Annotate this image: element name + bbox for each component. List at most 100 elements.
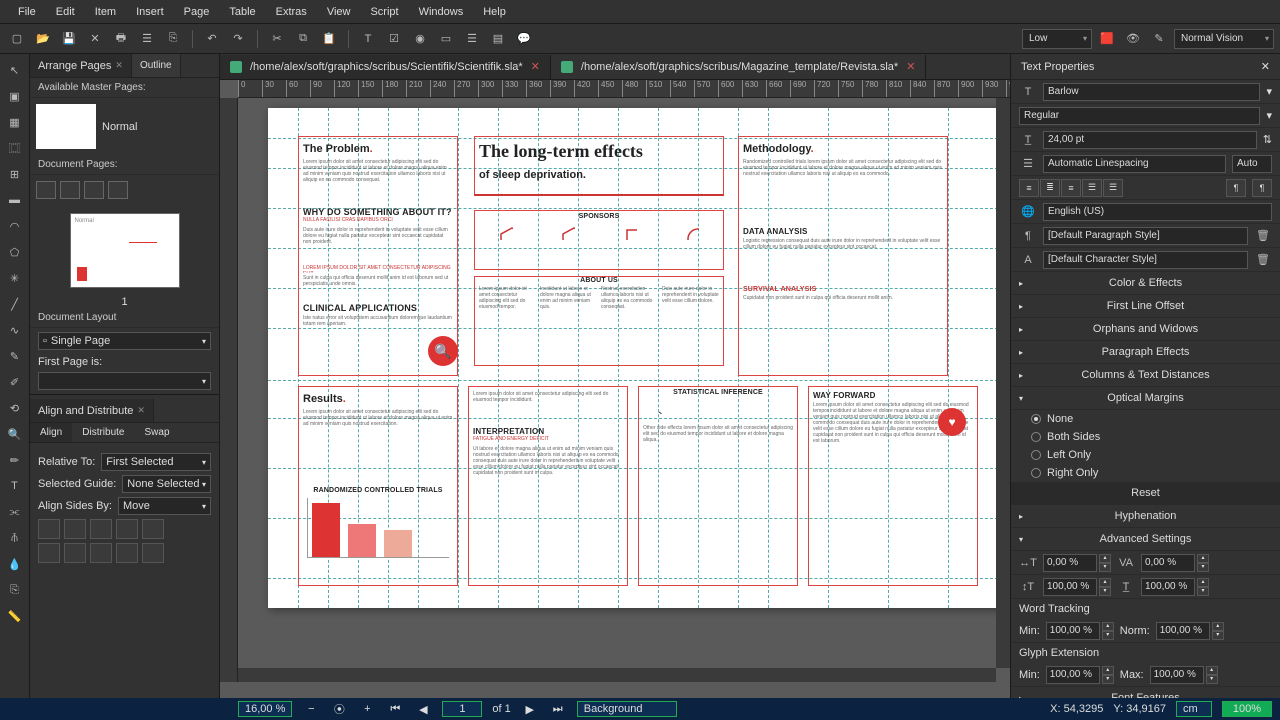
stepper-icon[interactable]: ⇅	[1263, 133, 1272, 146]
align-center-v-icon[interactable]	[64, 543, 86, 563]
wordtrack-norm-spin[interactable]: ▴▾	[1156, 622, 1224, 640]
align-distribute-tab[interactable]: Align and Distribute✕	[30, 399, 154, 422]
undo-icon[interactable]: ↶	[201, 28, 223, 50]
h-scrollbar[interactable]	[238, 668, 996, 682]
menu-extras[interactable]: Extras	[266, 6, 317, 18]
pdf-button-icon[interactable]: ▭	[435, 28, 457, 50]
align-tab[interactable]: Align	[30, 423, 72, 442]
eyedropper-tool-icon[interactable]: 💧	[3, 552, 27, 576]
story-editor-tool-icon[interactable]: T	[3, 474, 27, 498]
zoom-out-icon[interactable]: −	[302, 701, 320, 717]
spiral-tool-icon[interactable]: ✳	[3, 266, 27, 290]
optical-none[interactable]: None	[1011, 410, 1280, 428]
copy-icon[interactable]: ⧉	[292, 28, 314, 50]
baseline-spin[interactable]: ▴▾	[1141, 578, 1209, 596]
paragraph-style-combo[interactable]: [Default Paragraph Style]	[1043, 227, 1248, 245]
link-frames-tool-icon[interactable]: ⫘	[3, 500, 27, 524]
menu-windows[interactable]: Windows	[409, 6, 474, 18]
font-size-input[interactable]: 24,00 pt	[1043, 131, 1257, 149]
character-style-combo[interactable]: [Default Character Style]	[1043, 251, 1248, 269]
bezier-tool-icon[interactable]: ∿	[3, 318, 27, 342]
linespacing-value[interactable]: Auto	[1232, 155, 1272, 173]
pdf-text-icon[interactable]: T	[357, 28, 379, 50]
distribute-tab[interactable]: Distribute	[72, 423, 134, 442]
menu-page[interactable]: Page	[174, 6, 220, 18]
wordtrack-min-spin[interactable]: ▴▾	[1046, 622, 1114, 640]
pdf-combo-icon[interactable]: ▤	[487, 28, 509, 50]
facing-page-icon[interactable]	[60, 181, 80, 199]
zoom-input[interactable]: 16,00 %	[238, 701, 292, 717]
render-frame-tool-icon[interactable]: ⿴	[3, 136, 27, 160]
save-icon[interactable]: 💾	[58, 28, 80, 50]
open-icon[interactable]: 📂	[32, 28, 54, 50]
menu-help[interactable]: Help	[473, 6, 516, 18]
first-page-icon[interactable]: ⏮	[386, 701, 404, 717]
redo-icon[interactable]: ↷	[227, 28, 249, 50]
align-left-icon[interactable]	[38, 519, 60, 539]
align-top-out-icon[interactable]	[116, 543, 138, 563]
linespacing-combo[interactable]: Automatic Linespacing	[1043, 155, 1226, 173]
doc-tab-1[interactable]: /home/alex/soft/graphics/scribus/Scienti…	[220, 55, 551, 79]
preview-quality-combo[interactable]: Low	[1022, 29, 1092, 49]
columns-distances-row[interactable]: ▸Columns & Text Distances	[1011, 364, 1280, 387]
align-right-out-icon[interactable]	[142, 519, 164, 539]
outline-tab[interactable]: Outline	[132, 54, 181, 77]
align-center-text-icon[interactable]: ≣	[1040, 179, 1060, 197]
optical-left[interactable]: Left Only	[1011, 446, 1280, 464]
align-left-out-icon[interactable]	[116, 519, 138, 539]
interpretation-frame[interactable]: Lorem ipsum dolor sit amet consectetur a…	[468, 386, 628, 586]
preflight-icon[interactable]: ☰	[136, 28, 158, 50]
print-icon[interactable]: 🖶	[110, 28, 132, 50]
align-sides-combo[interactable]: Move	[118, 497, 211, 515]
menu-edit[interactable]: Edit	[46, 6, 85, 18]
align-bottom-out-icon[interactable]	[142, 543, 164, 563]
close-panel-icon[interactable]: ✕	[1261, 60, 1270, 73]
v-scrollbar[interactable]	[996, 98, 1010, 668]
menu-insert[interactable]: Insert	[126, 6, 174, 18]
arc-tool-icon[interactable]: ◠	[3, 214, 27, 238]
clear-cstyle-icon[interactable]: 🗑	[1254, 251, 1272, 269]
pdf-annot-icon[interactable]: 💬	[513, 28, 535, 50]
prev-page-icon[interactable]: ◀	[414, 701, 432, 717]
edit-mode-icon[interactable]: ✎	[1148, 28, 1170, 50]
paragraph-effects-row[interactable]: ▸Paragraph Effects	[1011, 341, 1280, 364]
about-frame[interactable]: ABOUT US Lorem ipsum dolor sit amet cons…	[474, 276, 724, 366]
optical-reset-button[interactable]: Reset	[1011, 482, 1280, 505]
language-combo[interactable]: English (US)	[1043, 203, 1272, 221]
master-page-thumb[interactable]	[36, 104, 96, 149]
unit-combo[interactable]: cm	[1176, 701, 1212, 717]
shape-tool-icon[interactable]: ▬	[3, 188, 27, 212]
paste-icon[interactable]: 📋	[318, 28, 340, 50]
page-input[interactable]: 1	[442, 701, 482, 717]
font-style-combo[interactable]: Regular	[1019, 107, 1260, 125]
zoom-tool-icon[interactable]: 🔍	[3, 422, 27, 446]
close-ad-icon[interactable]: ✕	[137, 405, 145, 416]
advanced-settings-row[interactable]: ▾Advanced Settings	[1011, 528, 1280, 551]
menu-view[interactable]: View	[317, 6, 361, 18]
horizontal-ruler[interactable]: 0306090120150180210240270300330360390420…	[238, 80, 1010, 98]
align-bottom-icon[interactable]	[90, 543, 112, 563]
font-combo[interactable]: Barlow	[1043, 83, 1260, 101]
select-tool-icon[interactable]: ↖	[3, 58, 27, 82]
cut-icon[interactable]: ✂	[266, 28, 288, 50]
vscale-spin[interactable]: ▴▾	[1043, 578, 1111, 596]
optical-right[interactable]: Right Only	[1011, 464, 1280, 482]
color-effects-row[interactable]: ▸Color & Effects	[1011, 272, 1280, 295]
align-left-text-icon[interactable]: ≡	[1019, 179, 1039, 197]
clear-pstyle-icon[interactable]: 🗑	[1254, 227, 1272, 245]
zoom-reset-icon[interactable]: ⦿	[330, 701, 348, 717]
close-doc-icon[interactable]: ✕	[906, 60, 915, 73]
new-icon[interactable]: ▢	[6, 28, 28, 50]
preview-icon[interactable]: 👁	[1122, 28, 1144, 50]
chevron-down-icon[interactable]: ▾	[1266, 85, 1272, 98]
glyph-max-spin[interactable]: ▴▾	[1150, 666, 1218, 684]
menu-table[interactable]: Table	[219, 6, 265, 18]
doc-tab-2[interactable]: /home/alex/soft/graphics/scribus/Magazin…	[551, 55, 927, 79]
close-doc-icon[interactable]: ✕	[531, 60, 540, 73]
align-force-justify-icon[interactable]: ☰	[1103, 179, 1123, 197]
close-tab-icon[interactable]: ✕	[115, 60, 123, 71]
menu-item[interactable]: Item	[85, 6, 126, 18]
relative-to-combo[interactable]: First Selected	[101, 453, 211, 471]
zoom2[interactable]: 100%	[1222, 701, 1272, 717]
selected-guide-combo[interactable]: None Selected	[122, 475, 211, 493]
